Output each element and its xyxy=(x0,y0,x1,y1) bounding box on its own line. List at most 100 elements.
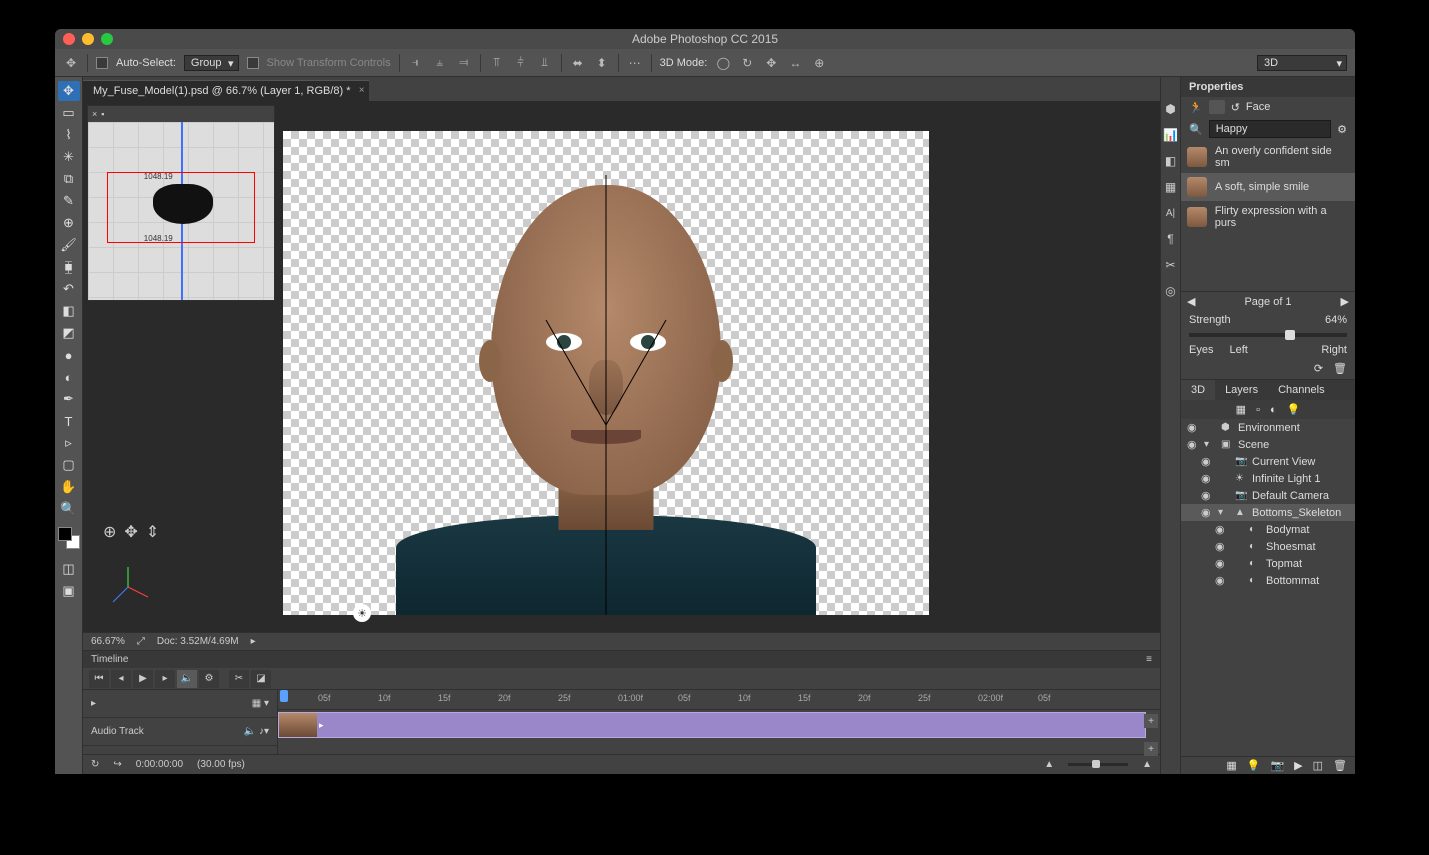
align-right-icon[interactable]: ⫤ xyxy=(456,55,472,71)
roll-icon[interactable]: ↻ xyxy=(739,55,755,71)
scene-light-icon[interactable]: 💡 xyxy=(1247,759,1261,772)
hand-tool[interactable]: ✋ xyxy=(58,477,80,497)
navigator-close-icon[interactable]: × xyxy=(92,109,97,119)
reset-expression-icon[interactable]: ⟳ xyxy=(1314,362,1323,375)
timeline-settings-button[interactable]: ⚙ xyxy=(199,670,219,688)
visibility-toggle-icon[interactable]: ◉ xyxy=(1201,455,1213,468)
visibility-toggle-icon[interactable]: ◉ xyxy=(1187,421,1199,434)
marquee-tool[interactable]: ▭ xyxy=(58,103,80,123)
light-marker-icon[interactable]: ☀ xyxy=(353,604,371,622)
workspace-dropdown[interactable]: 3D xyxy=(1257,55,1347,71)
distribute-h-icon[interactable]: ⬌ xyxy=(570,55,586,71)
crop-tool[interactable]: ⧉ xyxy=(58,169,80,189)
window-maximize-button[interactable] xyxy=(101,33,113,45)
scene-trash-icon[interactable]: 🗑 xyxy=(1333,759,1347,772)
history-brush-tool[interactable]: ↶ xyxy=(58,279,80,299)
orbit-icon[interactable]: ◯ xyxy=(715,55,731,71)
filter-mat-icon[interactable]: ◐ xyxy=(1270,404,1277,416)
tree-row[interactable]: ◉▾▣Scene xyxy=(1181,436,1355,453)
transition-button[interactable]: ◪ xyxy=(251,670,271,688)
video-track-toggle[interactable]: ▸ xyxy=(91,698,96,709)
zoom-tool[interactable]: 🔍 xyxy=(58,499,80,519)
tree-row[interactable]: ◉📷Current View xyxy=(1181,453,1355,470)
scene-grid-icon[interactable]: ▦ xyxy=(1226,759,1236,772)
reset-icon[interactable]: ↺ xyxy=(1231,101,1240,114)
visibility-toggle-icon[interactable]: ◉ xyxy=(1215,557,1227,570)
visibility-toggle-icon[interactable]: ◉ xyxy=(1215,523,1227,536)
blur-tool[interactable]: ● xyxy=(58,345,80,365)
scene-render-icon[interactable]: ▶ xyxy=(1294,759,1302,772)
tree-row[interactable]: ◉◐Topmat xyxy=(1181,555,1355,572)
expression-item[interactable]: An overly confident side sm xyxy=(1181,141,1355,173)
status-more-icon[interactable]: ▸ xyxy=(251,636,256,647)
zoom-level[interactable]: 66.67% xyxy=(91,636,125,647)
orbit-view-icon[interactable]: ⊕ xyxy=(103,522,116,542)
forward-icon[interactable]: ↪ xyxy=(113,759,121,770)
prev-frame-button[interactable]: ◂ xyxy=(111,670,131,688)
audio-note-icon[interactable]: ♪▾ xyxy=(259,726,269,737)
align-left-icon[interactable]: ⫣ xyxy=(408,55,424,71)
tree-row[interactable]: ◉📷Default Camera xyxy=(1181,487,1355,504)
add-audio-track-button[interactable]: + xyxy=(1144,742,1158,756)
filter-all-icon[interactable]: ▦ xyxy=(1236,403,1246,416)
navigator-panel[interactable]: × ▪ 1048.19 1048.19 xyxy=(87,105,275,301)
window-close-button[interactable] xyxy=(63,33,75,45)
3d-axis-widget[interactable] xyxy=(103,562,153,612)
dock-para-icon[interactable]: ¶ xyxy=(1163,231,1179,247)
expand-icon[interactable]: ▾ xyxy=(1218,507,1230,518)
align-top-icon[interactable]: ⫪ xyxy=(489,55,505,71)
show-transform-checkbox[interactable] xyxy=(247,57,259,69)
auto-select-dropdown[interactable]: Group xyxy=(184,55,239,71)
gradient-tool[interactable]: ◩ xyxy=(58,323,80,343)
tree-row[interactable]: ◉◐Shoesmat xyxy=(1181,538,1355,555)
eraser-tool[interactable]: ◧ xyxy=(58,301,80,321)
tree-row[interactable]: ◉▾▲Bottoms_Skeleton xyxy=(1181,504,1355,521)
panel-tab[interactable]: 3D xyxy=(1181,380,1215,400)
track-menu-icon[interactable]: ▾ xyxy=(264,698,269,709)
path-selection-tool[interactable]: ▹ xyxy=(58,433,80,453)
search-settings-icon[interactable]: ⚙ xyxy=(1337,123,1347,136)
distribute-v-icon[interactable]: ⬍ xyxy=(594,55,610,71)
tree-row[interactable]: ◉☀Infinite Light 1 xyxy=(1181,470,1355,487)
expand-icon[interactable]: ⤢ xyxy=(137,636,145,647)
navigator-camera-icon[interactable]: ▪ xyxy=(101,109,104,119)
canvas-area[interactable]: × ▪ 1048.19 1048.19 xyxy=(83,101,1160,632)
visibility-toggle-icon[interactable]: ◉ xyxy=(1215,540,1227,553)
visibility-toggle-icon[interactable]: ◉ xyxy=(1187,438,1199,451)
timeline-track-area[interactable]: 05f10f15f20f25f01:00f05f10f15f20f25f02:0… xyxy=(278,690,1160,754)
add-video-track-button[interactable]: + xyxy=(1144,714,1158,728)
move-tool[interactable]: ✥ xyxy=(58,81,80,101)
panel-tab[interactable]: Channels xyxy=(1268,380,1334,400)
healing-brush-tool[interactable]: ⊕ xyxy=(58,213,80,233)
visibility-toggle-icon[interactable]: ◉ xyxy=(1201,472,1213,485)
dock-histogram-icon[interactable]: 📊 xyxy=(1163,127,1179,143)
color-swatches[interactable] xyxy=(58,527,80,549)
next-page-button[interactable]: ▶ xyxy=(1341,295,1349,308)
dock-3d-icon[interactable]: ⬢ xyxy=(1163,101,1179,117)
play-button[interactable]: ▶ xyxy=(133,670,153,688)
window-minimize-button[interactable] xyxy=(82,33,94,45)
dock-cc-icon[interactable]: ◎ xyxy=(1163,283,1179,299)
slide-icon[interactable]: ↔ xyxy=(787,55,803,71)
close-tab-icon[interactable]: × xyxy=(359,85,365,96)
align-bottom-icon[interactable]: ⫫ xyxy=(537,55,553,71)
visibility-toggle-icon[interactable]: ◉ xyxy=(1215,574,1227,587)
brush-tool[interactable]: 🖌 xyxy=(58,235,80,255)
split-clip-button[interactable]: ✂ xyxy=(229,670,249,688)
expression-item[interactable]: A soft, simple smile xyxy=(1181,173,1355,201)
zoom-out-timeline-icon[interactable]: ▲ xyxy=(1044,759,1054,770)
screen-mode-tool[interactable]: ▣ xyxy=(58,581,80,601)
scene-new-icon[interactable]: ◫ xyxy=(1313,759,1323,772)
dodge-tool[interactable]: ◐ xyxy=(58,367,80,387)
align-center-v-icon[interactable]: ⫩ xyxy=(513,55,529,71)
scene-camera-icon[interactable]: 📷 xyxy=(1270,759,1284,772)
eyedropper-tool[interactable]: ✎ xyxy=(58,191,80,211)
mute-button[interactable]: 🔈 xyxy=(177,670,197,688)
document-canvas[interactable] xyxy=(283,131,929,615)
expression-search-input[interactable] xyxy=(1209,120,1331,138)
visibility-toggle-icon[interactable]: ◉ xyxy=(1201,489,1213,502)
timeline-zoom-slider[interactable] xyxy=(1092,760,1100,768)
visibility-toggle-icon[interactable]: ◉ xyxy=(1201,506,1213,519)
track-filmstrip-icon[interactable]: ▦ xyxy=(252,698,261,709)
strength-slider[interactable] xyxy=(1189,333,1347,337)
